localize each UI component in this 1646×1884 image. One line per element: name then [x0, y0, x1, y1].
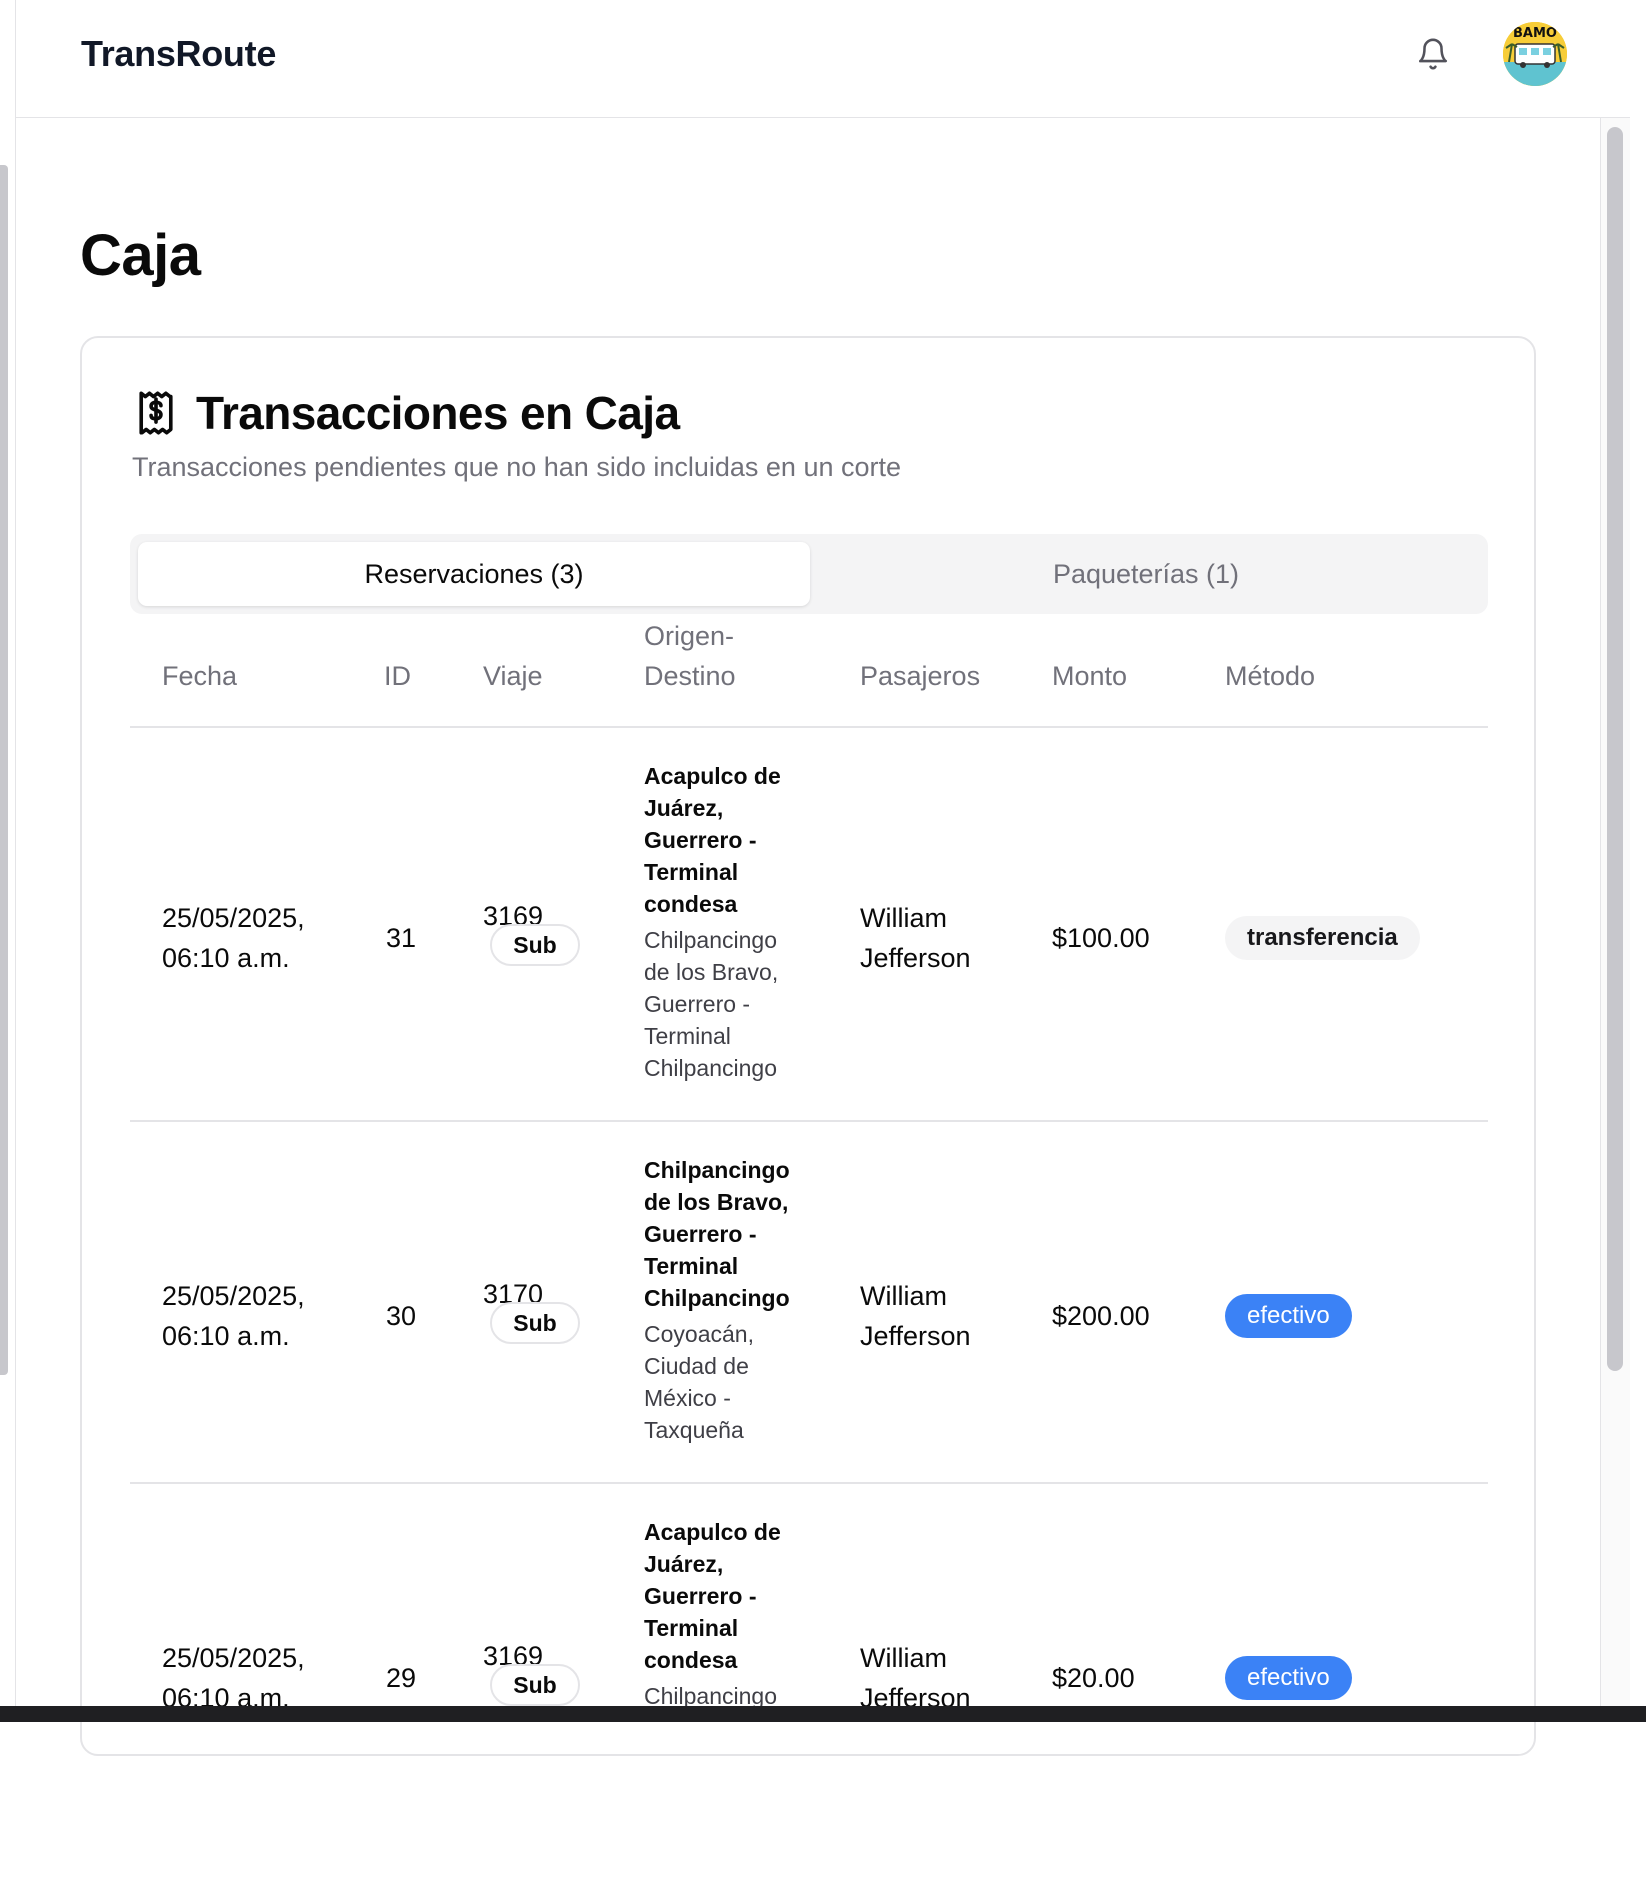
- destination-line: Terminal: [644, 1023, 731, 1049]
- row-pasajero-first: William: [860, 903, 947, 933]
- card-title: Transacciones en Caja: [196, 387, 680, 439]
- destination-line: Chilpancingo: [644, 927, 777, 953]
- metodo-badge: transferencia: [1225, 916, 1420, 960]
- route-origin: Acapulco de Juárez, Guerrero - Terminal …: [644, 1516, 844, 1676]
- table-row[interactable]: 25/05/2025, 06:10 a.m. 29 3169 Sub Acapu…: [130, 1484, 1488, 1884]
- header-pasajeros[interactable]: Pasajeros: [860, 656, 980, 696]
- destination-line: México -: [644, 1385, 731, 1411]
- bottom-window-bar: [0, 1706, 1646, 1722]
- header-fecha[interactable]: Fecha: [162, 656, 237, 696]
- page-title: Caja: [80, 223, 201, 288]
- app-window: TransRoute BAMO Caja Transacciones en Ca…: [0, 0, 1646, 1756]
- origin-line: Terminal: [644, 1253, 739, 1279]
- destination-line: Coyoacán,: [644, 1321, 754, 1347]
- row-id: 29: [386, 1663, 417, 1693]
- row-pasajero-last: Jefferson: [860, 1321, 971, 1351]
- tab-paqueterias[interactable]: Paqueterías (1): [812, 542, 1480, 606]
- origin-line: Guerrero -: [644, 1583, 757, 1609]
- row-fecha: 25/05/2025,: [162, 1643, 305, 1673]
- brand-name[interactable]: TransRoute: [81, 33, 276, 75]
- card-subtitle: Transacciones pendientes que no han sido…: [132, 452, 902, 482]
- avatar-logo-text: BAMO: [1513, 26, 1557, 41]
- origin-line: Terminal: [644, 1615, 739, 1641]
- header-viaje[interactable]: Viaje: [483, 656, 543, 696]
- row-monto: $200.00: [1052, 1301, 1150, 1331]
- sub-badge: Sub: [490, 924, 580, 966]
- table-row[interactable]: 25/05/2025, 06:10 a.m. 31 3169 Sub Acapu…: [130, 728, 1488, 1122]
- row-fecha: 25/05/2025,: [162, 1281, 305, 1311]
- origin-line: Juárez,: [644, 1551, 724, 1577]
- sidebar-scrollbar[interactable]: [0, 165, 8, 1375]
- table-row[interactable]: 25/05/2025, 06:10 a.m. 30 3170 Sub Chilp…: [130, 1122, 1488, 1484]
- tab-list: Reservaciones (3) Paqueterías (1): [130, 534, 1488, 614]
- row-id: 30: [386, 1301, 417, 1331]
- origin-line: Juárez,: [644, 795, 724, 821]
- origin-line: condesa: [644, 891, 738, 917]
- window-edge: [1630, 0, 1646, 1722]
- metodo-badge: efectivo: [1225, 1294, 1352, 1338]
- sidebar-edge: [15, 0, 16, 1722]
- origin-line: Acapulco de: [644, 1519, 781, 1545]
- user-avatar[interactable]: BAMO: [1503, 22, 1567, 86]
- header-monto[interactable]: Monto: [1052, 656, 1127, 696]
- route-cell: Acapulco de Juárez, Guerrero - Terminal …: [644, 760, 844, 1084]
- route-destination: Coyoacán, Ciudad de México - Taxqueña: [644, 1318, 844, 1446]
- header-id[interactable]: ID: [384, 656, 411, 696]
- tab-reservaciones[interactable]: Reservaciones (3): [138, 542, 810, 606]
- origin-line: Chilpancingo: [644, 1157, 790, 1183]
- row-fecha: 25/05/2025,: [162, 903, 305, 933]
- row-id: 31: [386, 923, 417, 953]
- header-origen-destino-line1[interactable]: Origen-: [644, 616, 734, 656]
- row-pasajero-first: William: [860, 1643, 947, 1673]
- bell-icon[interactable]: [1416, 36, 1450, 72]
- header-metodo[interactable]: Método: [1225, 656, 1315, 696]
- row-monto: $100.00: [1052, 923, 1150, 953]
- route-destination: Chilpancingo de los Bravo, Guerrero - Te…: [644, 924, 844, 1084]
- row-pasajero-last: Jefferson: [860, 943, 971, 973]
- destination-line: Guerrero -: [644, 991, 751, 1017]
- sub-badge: Sub: [490, 1302, 580, 1344]
- origin-line: Chilpancingo: [644, 1285, 790, 1311]
- route-origin: Acapulco de Juárez, Guerrero - Terminal …: [644, 760, 844, 920]
- sub-badge: Sub: [490, 1664, 580, 1706]
- destination-line: Ciudad de: [644, 1353, 749, 1379]
- row-hora: 06:10 a.m.: [162, 1321, 290, 1351]
- top-navbar: TransRoute BAMO: [16, 0, 1630, 118]
- origin-line: Terminal: [644, 859, 739, 885]
- destination-line: Chilpancingo: [644, 1055, 777, 1081]
- destination-line: de los Bravo,: [644, 959, 779, 985]
- route-cell: Acapulco de Juárez, Guerrero - Terminal …: [644, 1516, 844, 1712]
- receipt-dollar-icon: [139, 391, 173, 435]
- metodo-badge: efectivo: [1225, 1656, 1352, 1700]
- destination-line: Taxqueña: [644, 1417, 744, 1443]
- table-header: Fecha ID Viaje Origen- Destino Pasajeros…: [130, 621, 1488, 728]
- row-monto: $20.00: [1052, 1663, 1135, 1693]
- origin-line: Acapulco de: [644, 763, 781, 789]
- row-pasajero-first: William: [860, 1281, 947, 1311]
- origin-line: condesa: [644, 1647, 738, 1673]
- scrollbar-thumb[interactable]: [1607, 127, 1623, 1371]
- route-origin: Chilpancingo de los Bravo, Guerrero - Te…: [644, 1154, 844, 1314]
- origin-line: de los Bravo,: [644, 1189, 789, 1215]
- header-origen-destino-line2[interactable]: Destino: [644, 656, 736, 696]
- transactions-card: Transacciones en Caja Transacciones pend…: [80, 336, 1536, 1756]
- row-hora: 06:10 a.m.: [162, 943, 290, 973]
- route-cell: Chilpancingo de los Bravo, Guerrero - Te…: [644, 1154, 844, 1446]
- origin-line: Guerrero -: [644, 1221, 757, 1247]
- origin-line: Guerrero -: [644, 827, 757, 853]
